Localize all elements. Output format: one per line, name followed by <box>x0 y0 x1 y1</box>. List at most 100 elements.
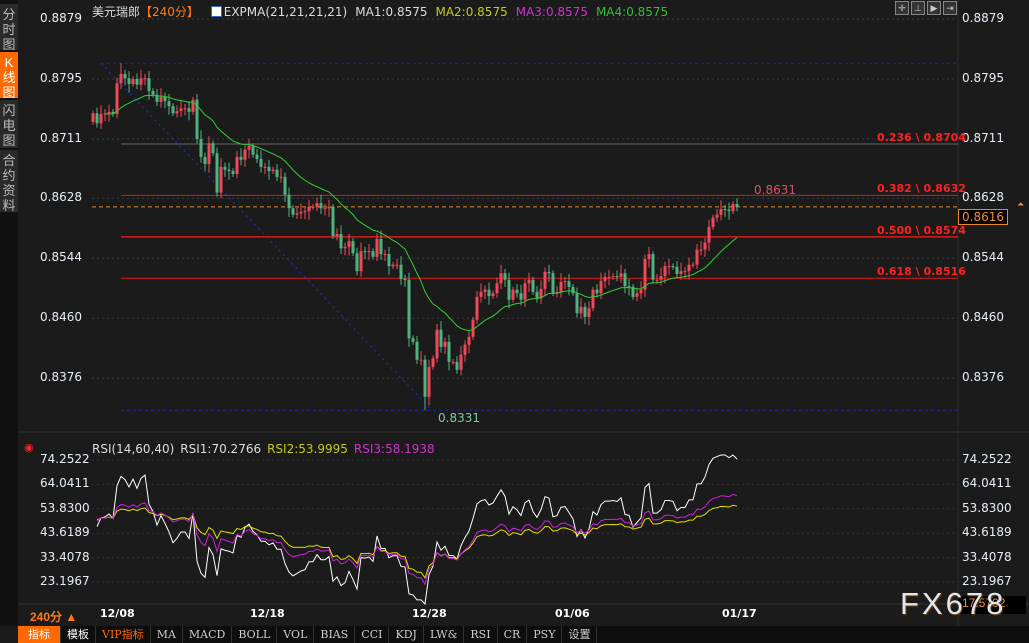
price-axis-label-right: 0.8460 <box>962 310 1004 325</box>
bottom-tab-10[interactable]: LW& <box>424 626 465 643</box>
price-axis-label-right: 0.8711 <box>962 131 1004 145</box>
candle-body <box>371 251 375 257</box>
candle-body <box>331 206 335 237</box>
candle-body <box>707 226 711 243</box>
rsi1-value: RSI1:70.2766 <box>180 442 262 456</box>
candle-body <box>503 273 507 280</box>
bottom-tab-3[interactable]: MA <box>151 626 183 643</box>
candle-body <box>715 214 719 218</box>
candle-body <box>151 91 155 95</box>
price-axis-label-left: 0.8795 <box>40 71 82 85</box>
candle-body <box>343 246 347 249</box>
candle-body <box>595 289 599 294</box>
candle-body <box>455 361 459 370</box>
candle-body <box>711 217 715 227</box>
candle-body <box>559 281 563 292</box>
candle-body <box>551 273 555 294</box>
price-axis-label-left: 0.8879 <box>40 11 82 25</box>
candle-body <box>447 341 451 362</box>
candle-body <box>251 146 255 155</box>
candle-body <box>415 341 419 360</box>
rsi-axis-label-left: 23.1967 <box>40 574 90 588</box>
candle-body <box>699 249 703 251</box>
candle-body <box>295 213 299 215</box>
price-axis-label-left: 0.8376 <box>40 370 82 385</box>
bottom-tab-14[interactable]: 设置 <box>562 626 598 643</box>
bottom-tab-4[interactable]: MACD <box>183 626 233 643</box>
bottom-tab-2[interactable]: VIP指标 <box>96 626 151 643</box>
candle-body <box>515 289 519 294</box>
candle-body <box>599 281 603 294</box>
candle-body <box>135 79 139 85</box>
bottom-tab-5[interactable]: BOLL <box>232 626 278 643</box>
fib-label-500: 0.500 \ 0.8574 <box>877 224 966 237</box>
price-chart[interactable] <box>0 0 1029 643</box>
low-annotation: 0.8331 <box>438 411 480 425</box>
bottom-tab-6[interactable]: VOL <box>277 626 315 643</box>
candle-body <box>147 78 151 92</box>
date-label: 12/28 <box>412 607 447 620</box>
bottom-tab-13[interactable]: PSY <box>527 626 563 643</box>
bottom-tab-0[interactable]: 指标 <box>18 626 61 643</box>
bottom-tab-12[interactable]: CR <box>498 626 528 643</box>
candle-body <box>675 266 679 274</box>
candle-body <box>567 281 571 287</box>
candle-body <box>703 242 707 250</box>
candle-body <box>399 264 403 279</box>
candle-body <box>243 149 247 160</box>
indicator-name: EXPMA(21,21,21,21) <box>223 5 348 19</box>
play-axis-icon[interactable]: ▶ <box>927 1 941 15</box>
bottom-tab-7[interactable]: BIAS <box>314 626 356 643</box>
candle-body <box>355 253 359 272</box>
ma4-value: MA4:0.8575 <box>595 5 669 19</box>
rsi3-line <box>96 493 738 586</box>
candle-body <box>91 113 95 122</box>
candle-body <box>123 74 127 79</box>
candle-body <box>439 329 443 347</box>
candle-body <box>327 206 331 209</box>
zoom-axis-icon[interactable]: ⊥ <box>911 1 925 15</box>
candle-body <box>403 279 407 280</box>
candle-body <box>227 169 231 172</box>
indicator-chart-icon[interactable] <box>210 6 222 17</box>
crosshair-icon[interactable]: ✛ <box>895 1 909 15</box>
candle-body <box>531 279 535 292</box>
candle-body <box>163 96 167 102</box>
candle-body <box>671 266 675 268</box>
price-axis-label-right: 0.8879 <box>962 11 1004 25</box>
candle-body <box>311 206 315 208</box>
candle-body <box>667 266 671 268</box>
rsi-title: RSI(14,60,40) <box>92 442 175 456</box>
candle-body <box>307 206 311 212</box>
candle-body <box>627 286 631 288</box>
price-axis-label-right: 0.8544 <box>962 250 1004 265</box>
candle-body <box>375 239 379 257</box>
shift-right-icon[interactable]: ⇥ <box>943 1 957 15</box>
rsi3-value: RSI3:58.1938 <box>353 442 435 456</box>
price-axis-label-left: 0.8544 <box>40 250 82 265</box>
candle-body <box>255 154 259 159</box>
candle-body <box>431 358 435 367</box>
price-axis-label-left: 0.8711 <box>40 131 82 145</box>
indicator-settings-icon[interactable]: ◉ <box>24 441 34 454</box>
bottom-tab-9[interactable]: KDJ <box>389 626 424 643</box>
candle-body <box>263 166 267 168</box>
candle-body <box>323 208 327 210</box>
candle-body <box>719 209 723 215</box>
period-selector[interactable]: 240分 ▲ <box>30 608 77 625</box>
bottom-tab-1[interactable]: 模板 <box>61 626 96 643</box>
bottom-tab-8[interactable]: CCI <box>355 626 390 643</box>
chart-tools: ✛ ⊥ ▶ ⇥ <box>895 1 957 15</box>
candle-body <box>623 273 627 287</box>
candle-body <box>611 276 615 278</box>
candle-body <box>607 276 611 278</box>
candle-body <box>95 113 99 124</box>
scroll-up-icon[interactable]: ⏶ <box>1017 199 1024 210</box>
candle-body <box>219 166 223 193</box>
bottom-tab-11[interactable]: RSI <box>464 626 498 643</box>
candle-body <box>319 203 323 209</box>
candle-body <box>491 293 495 297</box>
candle-body <box>679 271 683 274</box>
candle-body <box>179 108 183 112</box>
candle-body <box>411 338 415 342</box>
